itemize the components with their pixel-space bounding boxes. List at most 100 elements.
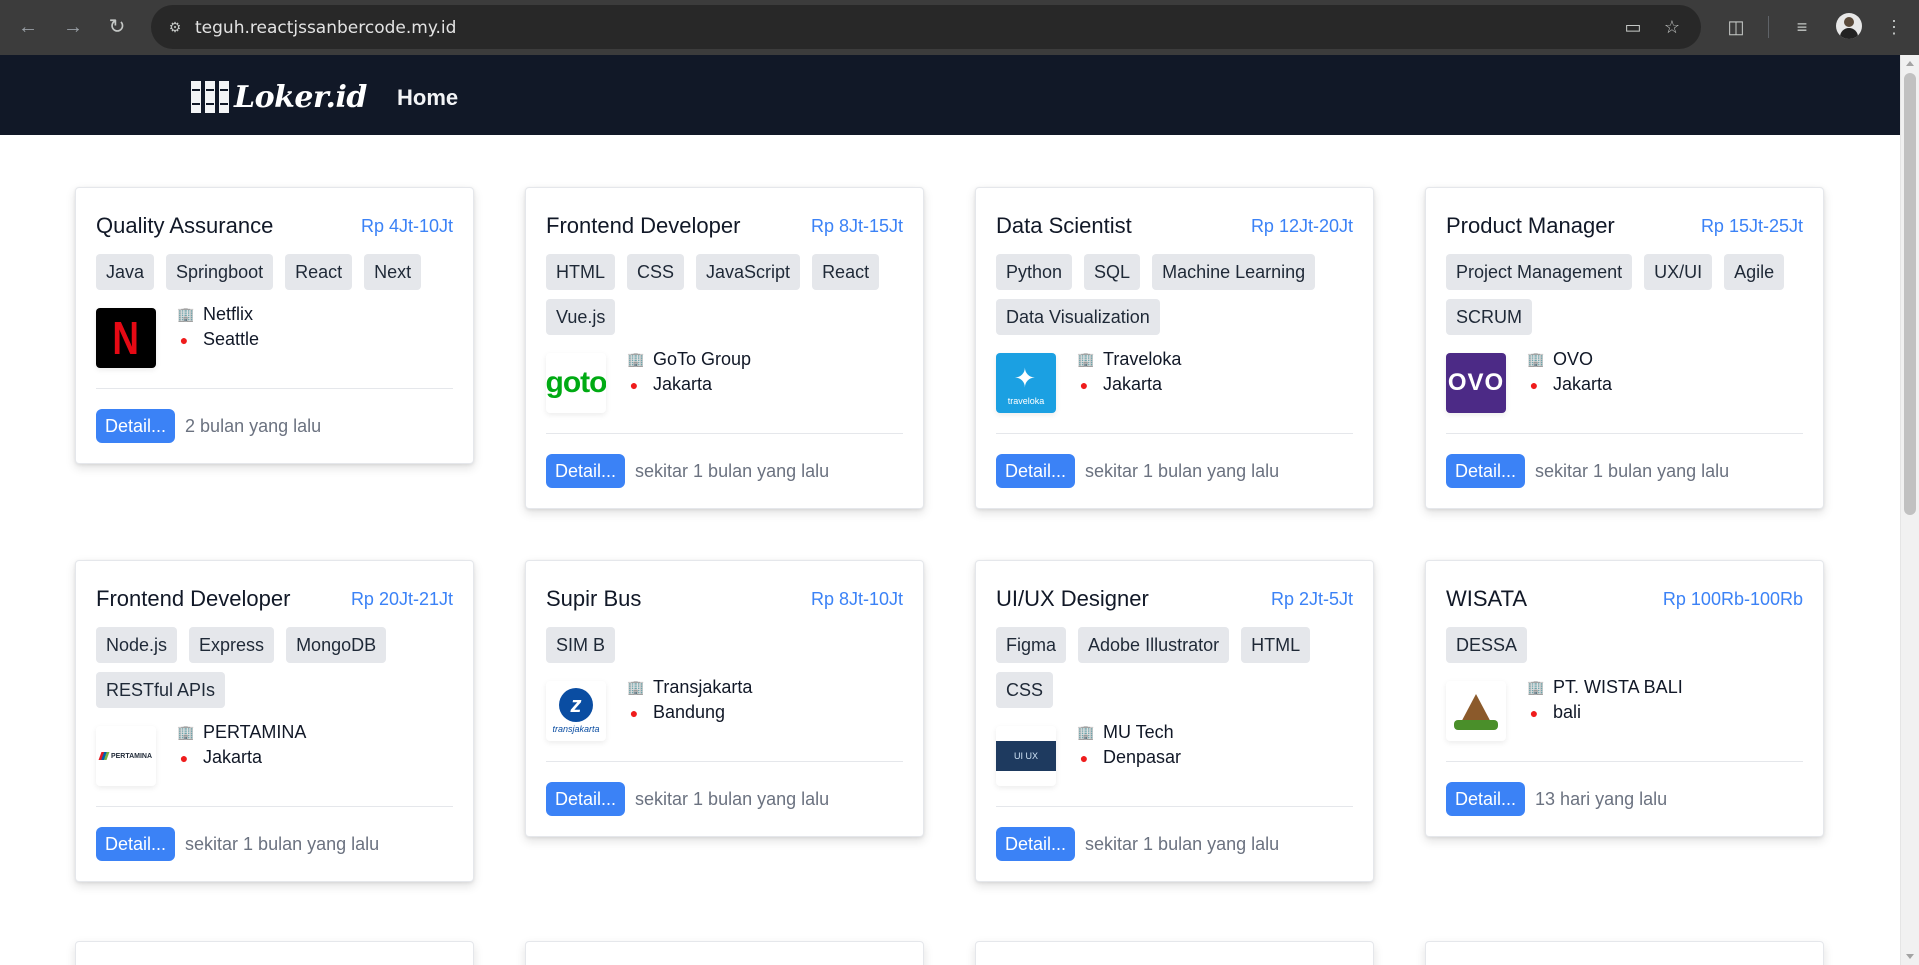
- skill-tags: DESSA: [1446, 627, 1803, 663]
- map-pin-icon: ●: [179, 331, 189, 348]
- toolbar-divider: [1768, 16, 1769, 38]
- posted-time: 13 hari yang lalu: [1535, 788, 1668, 809]
- company-name: Traveloka: [1103, 349, 1182, 369]
- nav-home-link[interactable]: Home: [397, 85, 458, 111]
- company-name: GoTo Group: [653, 349, 752, 369]
- scroll-down-icon[interactable]: [1906, 954, 1914, 959]
- company-logo: PERTAMINA: [96, 726, 156, 786]
- company-logo: goto: [546, 353, 606, 413]
- site-navbar: Loker.id Home: [0, 55, 1900, 135]
- skill-tag: React: [812, 254, 880, 290]
- posted-time: sekitar 1 bulan yang lalu: [1085, 460, 1280, 481]
- detail-button[interactable]: Detail...: [96, 827, 176, 861]
- detail-button[interactable]: Detail...: [1446, 454, 1526, 488]
- url-text[interactable]: teguh.reactjssanbercode.my.id: [195, 18, 456, 38]
- posted-time: sekitar 1 bulan yang lalu: [1535, 460, 1730, 481]
- job-card: Quality Assurance Rp 4Jt-10Jt Java Sprin…: [75, 187, 474, 464]
- detail-button[interactable]: Detail...: [546, 454, 626, 488]
- detail-button[interactable]: Detail...: [996, 827, 1076, 861]
- skill-tags: Java Springboot React Next: [96, 254, 453, 290]
- skill-tag: DESSA: [1446, 627, 1528, 663]
- posted-time: sekitar 1 bulan yang lalu: [635, 788, 830, 809]
- browser-toolbar: ← → ↻ ⚙ teguh.reactjssanbercode.my.id ▭ …: [0, 0, 1919, 55]
- map-pin-icon: ●: [1529, 376, 1539, 393]
- company-name: OVO: [1553, 349, 1594, 369]
- job-title: Frontend Developer: [96, 586, 291, 611]
- extensions-icon[interactable]: ◫: [1722, 13, 1750, 41]
- skill-tag: CSS: [996, 672, 1054, 708]
- skill-tag: RESTful APIs: [96, 672, 226, 708]
- building-icon: 🏢: [627, 351, 645, 367]
- skill-tag: MongoDB: [286, 627, 387, 663]
- skill-tag: Java: [96, 254, 155, 290]
- page-scrollbar[interactable]: [1900, 55, 1919, 965]
- map-pin-icon: ●: [629, 376, 639, 393]
- building-icon: 🏢: [177, 306, 195, 322]
- skill-tag: Adobe Illustrator: [1078, 627, 1230, 663]
- scrollbar-thumb[interactable]: [1904, 73, 1916, 515]
- job-title: Supir Bus: [546, 586, 642, 611]
- job-title: Data Scientist: [996, 213, 1132, 238]
- skill-tag: Agile: [1724, 254, 1785, 290]
- skill-tag: UX/UI: [1644, 254, 1713, 290]
- address-bar[interactable]: ⚙ teguh.reactjssanbercode.my.id ▭ ☆: [151, 5, 1701, 49]
- profile-avatar[interactable]: [1836, 13, 1862, 39]
- skill-tag: Project Management: [1446, 254, 1633, 290]
- job-title: Product Manager: [1446, 213, 1615, 238]
- company-city: Jakarta: [1553, 374, 1613, 394]
- forward-arrow-icon[interactable]: →: [59, 13, 87, 41]
- job-card: Supir Bus Rp 8Jt-10Jt SIM B z transjakart…: [525, 560, 924, 837]
- card-divider: [1446, 433, 1803, 434]
- temple-icon: [1454, 694, 1498, 730]
- detail-button[interactable]: Detail...: [546, 782, 626, 816]
- scroll-up-icon[interactable]: [1906, 61, 1914, 66]
- posted-time: sekitar 1 bulan yang lalu: [185, 833, 380, 854]
- skill-tags: Project Management UX/UI Agile SCRUM: [1446, 254, 1803, 335]
- card-divider: [546, 761, 903, 762]
- detail-button[interactable]: Detail...: [1446, 782, 1526, 816]
- job-card: Data Scientist Rp 12Jt-20Jt Python SQL M…: [975, 187, 1374, 509]
- company-logo: z transjakarta: [546, 681, 606, 741]
- map-pin-icon: ●: [1079, 376, 1089, 393]
- job-salary: Rp 12Jt-20Jt: [1250, 215, 1353, 236]
- building-icon: 🏢: [1527, 351, 1545, 367]
- company-name: PERTAMINA: [203, 722, 307, 742]
- job-row: Quality Assurance Rp 4Jt-10Jt Java Sprin…: [75, 187, 1825, 509]
- card-divider: [996, 433, 1353, 434]
- posted-time: sekitar 1 bulan yang lalu: [635, 460, 830, 481]
- detail-button[interactable]: Detail...: [96, 409, 176, 443]
- job-salary: Rp 8Jt-15Jt: [810, 215, 903, 236]
- job-card-partial: [525, 941, 924, 965]
- job-title: Frontend Developer: [546, 213, 741, 238]
- card-divider: [96, 806, 453, 807]
- skill-tag: SCRUM: [1446, 299, 1532, 335]
- job-row: Frontend Developer Rp 20Jt-21Jt Node.js …: [75, 560, 1825, 882]
- building-icon: 🏢: [177, 724, 195, 740]
- skill-tags: Node.js Express MongoDB RESTful APIs: [96, 627, 453, 708]
- company-city: Denpasar: [1103, 747, 1182, 767]
- site-info-icon[interactable]: ⚙: [165, 17, 185, 37]
- detail-button[interactable]: Detail...: [996, 454, 1076, 488]
- card-divider: [546, 433, 903, 434]
- reload-icon[interactable]: ↻: [103, 13, 131, 41]
- job-card: UI/UX Designer Rp 2Jt-5Jt Figma Adobe Il…: [975, 560, 1374, 882]
- media-control-icon[interactable]: ≡: [1788, 13, 1816, 41]
- site-logo[interactable]: Loker.id: [190, 77, 367, 117]
- company-city: Jakarta: [203, 747, 263, 767]
- company-city: Jakarta: [1103, 374, 1163, 394]
- posted-time: sekitar 1 bulan yang lalu: [1085, 833, 1280, 854]
- bookmark-star-icon[interactable]: ☆: [1660, 15, 1684, 39]
- company-logo: ✦ traveloka: [996, 353, 1056, 413]
- building-icon: 🏢: [1077, 351, 1095, 367]
- menu-kebab-icon[interactable]: ⋮: [1880, 13, 1908, 41]
- company-name: Transjakarta: [653, 677, 753, 697]
- skill-tag: Node.js: [96, 627, 178, 663]
- job-card-partial: [975, 941, 1374, 965]
- job-card: Product Manager Rp 15Jt-25Jt Project Man…: [1425, 187, 1824, 509]
- job-card: Frontend Developer Rp 8Jt-15Jt HTML CSS …: [525, 187, 924, 509]
- job-card: WISATA Rp 100Rb-100Rb DESSA 🏢 PT. WISTA B…: [1425, 560, 1824, 837]
- back-arrow-icon[interactable]: ←: [14, 13, 42, 41]
- job-salary: Rp 8Jt-10Jt: [810, 588, 903, 609]
- install-app-icon[interactable]: ▭: [1621, 15, 1645, 39]
- skill-tag: Vue.js: [546, 299, 616, 335]
